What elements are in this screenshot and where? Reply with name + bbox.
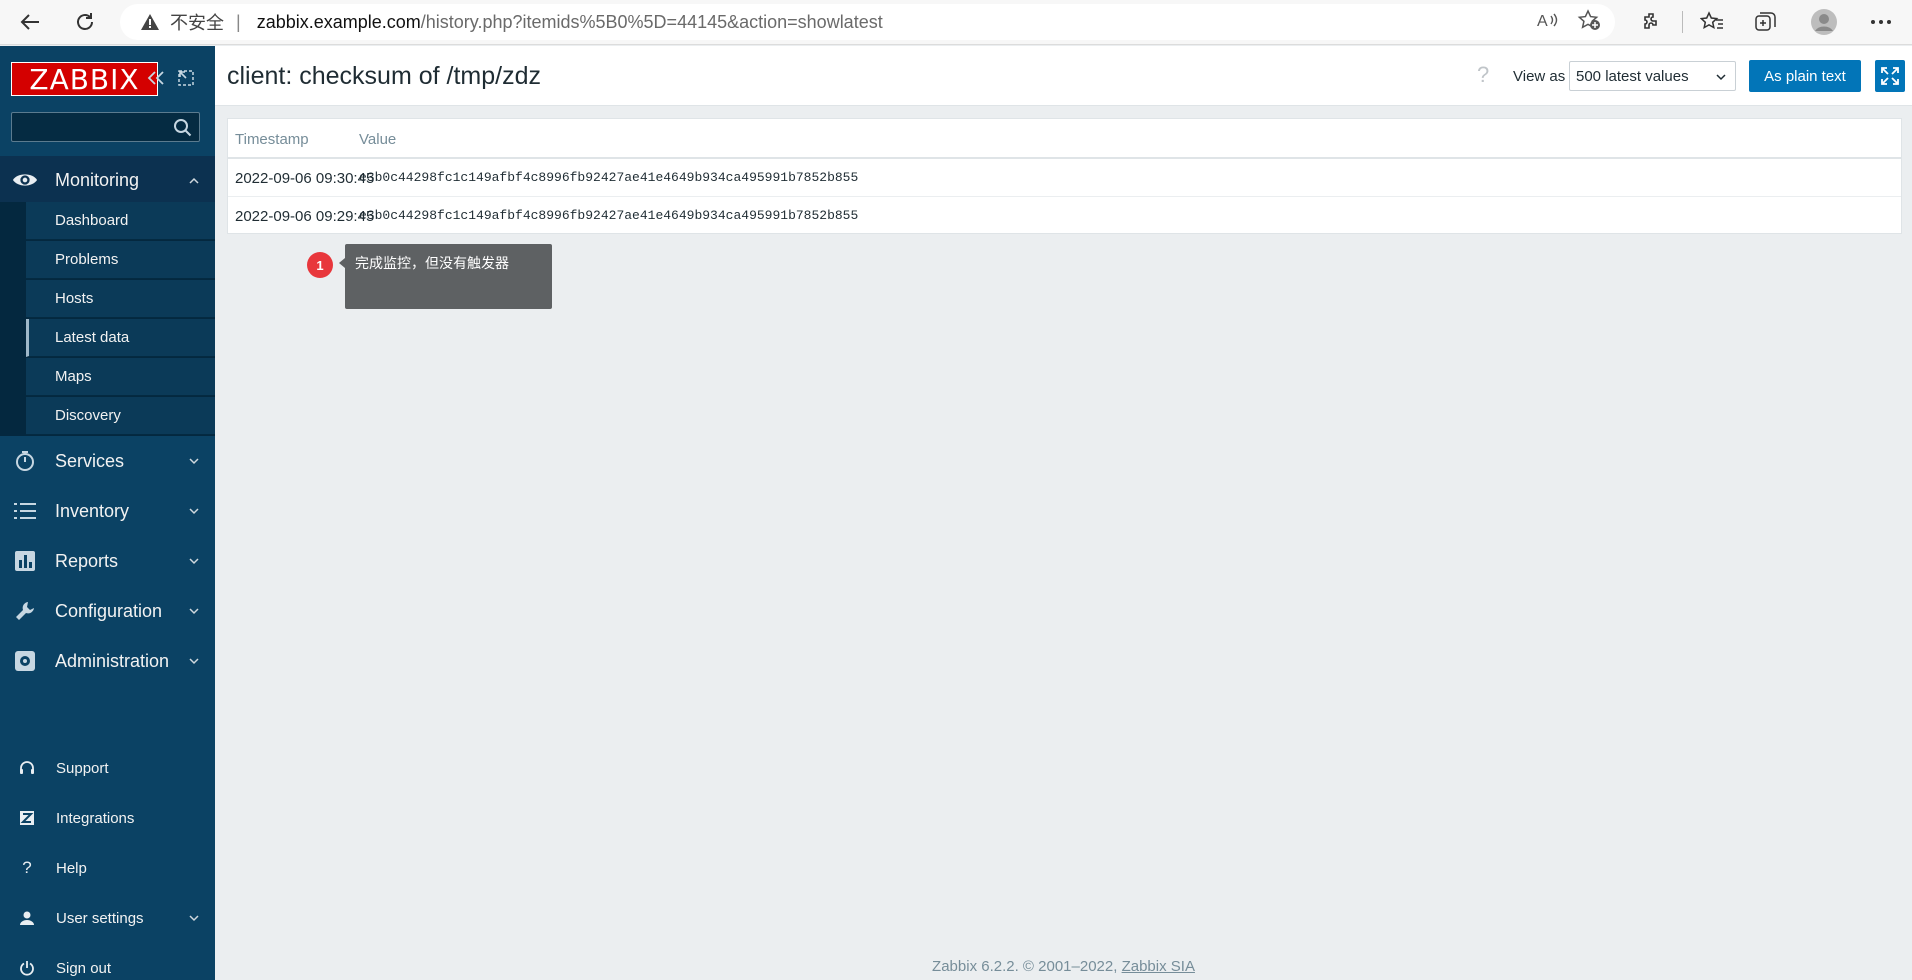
extensions-icon[interactable] — [1636, 6, 1668, 38]
url-separator: | — [236, 11, 241, 32]
wrench-icon — [12, 598, 38, 624]
footer-text: Zabbix 6.2.2. © 2001–2022, — [932, 958, 1118, 975]
row-timestamp: 2022-09-06 09:29:45 — [235, 208, 375, 225]
sidebar-item-discovery[interactable]: Discovery — [26, 397, 215, 435]
hide-sidebar-icon[interactable] — [174, 66, 198, 90]
nav-configuration-label: Configuration — [55, 600, 163, 621]
as-plain-text-button[interactable]: As plain text — [1749, 60, 1861, 92]
monitoring-submenu: Dashboard Problems Hosts Latest data Map… — [0, 202, 215, 436]
nav-reports-label: Reports — [55, 550, 119, 571]
power-icon — [16, 957, 38, 979]
table-row: 2022-09-06 09:29:45 e3b0c44298fc1c149afb… — [228, 197, 1901, 235]
browser-toolbar: 不安全 | zabbix.example.com/history.php?ite… — [0, 0, 1912, 45]
chevron-down-icon — [189, 654, 199, 668]
nav-integrations[interactable]: Integrations — [0, 798, 215, 838]
view-as-select[interactable]: 500 latest values — [1569, 61, 1736, 91]
nav-support-label: Support — [56, 759, 109, 777]
insecure-label: 不安全 — [170, 13, 224, 33]
collapse-sidebar-icon[interactable] — [144, 66, 168, 90]
help-icon: ? — [22, 858, 32, 877]
table-header: Timestamp Value — [228, 119, 1901, 159]
profile-avatar-icon[interactable] — [1807, 6, 1841, 38]
nav-support[interactable]: Support — [0, 748, 215, 788]
nav-user-settings-label: User settings — [56, 909, 144, 927]
column-header-timestamp[interactable]: Timestamp — [235, 131, 309, 148]
footer-link[interactable]: Zabbix SIA — [1122, 958, 1195, 975]
row-value: e3b0c44298fc1c149afbf4c8996fb92427ae41e4… — [359, 170, 859, 185]
zabbix-logo[interactable]: ZABBIX — [11, 62, 158, 96]
url-host: zabbix.example.com — [256, 11, 421, 32]
annotation-note: 完成监控，但没有触发器 — [339, 244, 552, 309]
sidebar: ZABBIX Monitoring Dashboard Problems Hos… — [0, 46, 215, 980]
row-value: e3b0c44298fc1c149afbf4c8996fb92427ae41e4… — [359, 208, 859, 223]
nav-sign-out[interactable]: Sign out — [0, 948, 215, 980]
nav-services[interactable]: Services — [0, 437, 215, 485]
list-icon — [12, 498, 38, 524]
sidebar-item-maps[interactable]: Maps — [26, 358, 215, 396]
main-content: client: checksum of /tmp/zdz ? View as 5… — [215, 46, 1912, 980]
fullscreen-icon — [1881, 67, 1899, 85]
view-as-label: View as — [1513, 68, 1566, 85]
sidebar-item-dashboard[interactable]: Dashboard — [26, 202, 215, 240]
read-aloud-icon[interactable]: A — [1537, 10, 1559, 35]
sidebar-item-latest-data[interactable]: Latest data — [26, 319, 215, 357]
view-as-select-value: 500 latest values — [1576, 67, 1689, 85]
nav-configuration[interactable]: Configuration — [0, 587, 215, 635]
nav-reports[interactable]: Reports — [0, 537, 215, 585]
refresh-icon[interactable] — [67, 6, 103, 38]
chevron-down-icon — [189, 911, 199, 925]
page-title: client: checksum of /tmp/zdz — [227, 62, 542, 90]
address-bar[interactable]: 不安全 | zabbix.example.com/history.php?ite… — [120, 4, 1615, 40]
z-icon — [16, 807, 38, 829]
svg-text:A: A — [1537, 13, 1548, 30]
nav-monitoring[interactable]: Monitoring — [0, 156, 215, 204]
chevron-down-icon — [1715, 68, 1727, 90]
warning-icon — [138, 13, 162, 31]
add-favorite-icon[interactable] — [1577, 8, 1601, 36]
sidebar-search — [11, 112, 200, 142]
sidebar-item-problems[interactable]: Problems — [26, 241, 215, 279]
chevron-up-icon — [189, 173, 199, 187]
chevron-down-icon — [189, 504, 199, 518]
user-icon — [16, 907, 38, 929]
page-header: client: checksum of /tmp/zdz ? View as 5… — [215, 46, 1912, 106]
nav-sign-out-label: Sign out — [56, 959, 112, 977]
search-icon[interactable] — [173, 118, 193, 138]
nav-administration-label: Administration — [55, 650, 170, 671]
nav-administration[interactable]: Administration — [0, 637, 215, 685]
chevron-down-icon — [189, 554, 199, 568]
more-menu-icon[interactable] — [1864, 6, 1898, 38]
footer: Zabbix 6.2.2. © 2001–2022, Zabbix SIA — [215, 958, 1912, 975]
nav-inventory-label: Inventory — [55, 500, 130, 521]
chevron-down-icon — [189, 604, 199, 618]
nav-user-settings[interactable]: User settings — [0, 898, 215, 938]
favorites-icon[interactable] — [1696, 6, 1728, 38]
nav-help-label: Help — [56, 859, 87, 877]
sidebar-item-hosts[interactable]: Hosts — [26, 280, 215, 318]
collections-icon[interactable] — [1750, 6, 1782, 38]
toolbar-divider — [1680, 6, 1684, 38]
bar-chart-icon — [12, 548, 38, 574]
gear-icon — [12, 648, 38, 674]
nav-monitoring-label: Monitoring — [55, 169, 140, 190]
history-table: Timestamp Value 2022-09-06 09:30:45 e3b0… — [227, 118, 1902, 234]
nav-inventory[interactable]: Inventory — [0, 487, 215, 535]
url-path: /history.php?itemids%5B0%5D=44145&action… — [420, 11, 883, 32]
chevron-down-icon — [189, 454, 199, 468]
nav-help[interactable]: ? Help — [0, 848, 215, 888]
annotation-badge: 1 — [307, 252, 333, 278]
nav-services-label: Services — [55, 450, 125, 471]
eye-icon — [12, 167, 38, 193]
row-timestamp: 2022-09-06 09:30:45 — [235, 170, 375, 187]
fullscreen-button[interactable] — [1875, 60, 1905, 92]
help-icon[interactable]: ? — [1477, 62, 1489, 88]
search-input[interactable] — [12, 113, 172, 141]
stopwatch-icon — [12, 448, 38, 474]
headset-icon — [16, 757, 38, 779]
column-header-value[interactable]: Value — [359, 131, 396, 148]
nav-integrations-label: Integrations — [56, 809, 135, 827]
back-icon[interactable] — [12, 6, 48, 38]
table-row: 2022-09-06 09:30:45 e3b0c44298fc1c149afb… — [228, 159, 1901, 197]
